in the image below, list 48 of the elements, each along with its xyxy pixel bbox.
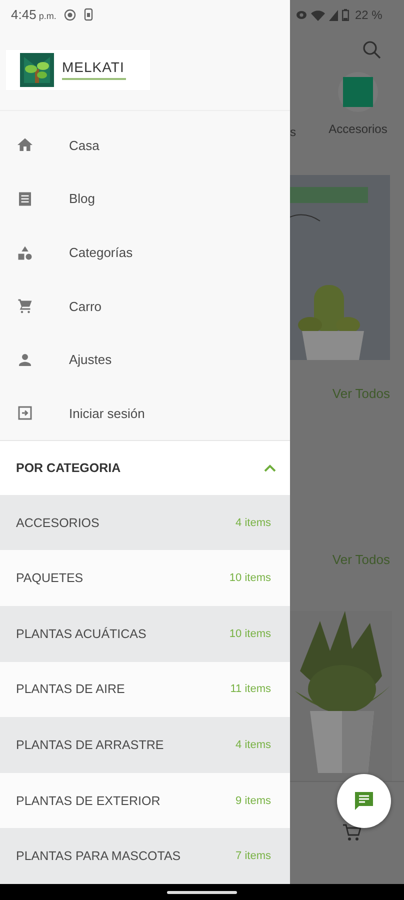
item-count: 4 items <box>236 516 271 529</box>
category-label: s <box>290 125 297 141</box>
signal-icon <box>329 10 338 20</box>
category-row[interactable]: PLANTAS PARA MASCOTAS 7 items <box>0 828 290 884</box>
categories-icon <box>16 244 34 262</box>
category-name: PAQUETES <box>16 571 84 586</box>
category-name: PLANTAS DE ARRASTRE <box>16 738 164 752</box>
item-count: 9 items <box>236 794 271 807</box>
category-name: ACCESORIOS <box>16 516 100 530</box>
category-row[interactable]: PLANTAS DE ARRASTRE 4 items <box>0 717 290 773</box>
category-name: PLANTAS DE AIRE <box>16 682 125 696</box>
cart-icon <box>16 297 34 316</box>
item-count: 10 items <box>229 628 271 640</box>
brand-name: MELKATI <box>62 59 126 76</box>
category-row[interactable]: PLANTAS ACUÁTICAS 10 items <box>0 606 290 662</box>
wifi-icon <box>311 10 325 20</box>
item-count: 4 items <box>236 739 271 752</box>
battery-level: 22 % <box>355 8 382 22</box>
menu-item[interactable]: Categorías <box>0 226 290 280</box>
category-name: PLANTAS ACUÁTICAS <box>16 626 146 641</box>
blog-icon <box>16 190 34 208</box>
cart-icon[interactable] <box>342 824 362 842</box>
menu-item[interactable]: Blog <box>0 172 290 226</box>
sim-icon <box>84 8 94 22</box>
chat-button[interactable] <box>337 774 391 828</box>
category-label: Accesorios <box>328 122 388 138</box>
item-count: 11 items <box>230 683 271 696</box>
menu-item[interactable]: Iniciar sesión <box>0 386 290 440</box>
menu-item[interactable]: Ajustes <box>0 332 290 386</box>
home-handle[interactable] <box>167 890 237 894</box>
battery-icon <box>342 9 349 21</box>
section-title: POR CATEGORIA <box>16 460 121 475</box>
category-row[interactable]: ACCESORIOS 4 items <box>0 494 290 550</box>
login-icon <box>16 404 34 422</box>
menu-item[interactable]: Carro <box>0 279 290 333</box>
category-name: PLANTAS DE EXTERIOR <box>16 794 160 808</box>
category-section-header[interactable]: POR CATEGORIA <box>0 441 290 495</box>
category-name: PLANTAS PARA MASCOTAS <box>16 849 181 864</box>
eye-icon <box>296 10 307 20</box>
status-time: 4:45 p.m. <box>11 7 56 22</box>
category-thumbnail <box>343 77 373 107</box>
search-icon[interactable] <box>362 40 382 60</box>
item-count: 7 items <box>236 850 271 862</box>
menu-item[interactable]: Casa <box>0 118 290 172</box>
chat-icon <box>352 789 376 813</box>
leaf-logo-icon <box>20 52 54 87</box>
item-count: 10 items <box>229 572 271 584</box>
record-icon <box>64 8 76 21</box>
